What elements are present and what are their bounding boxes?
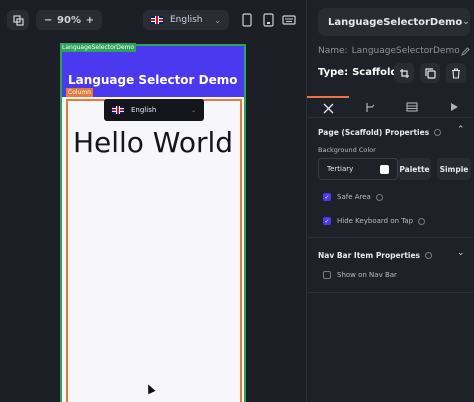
safe-area-row[interactable]: ✓ Safe Area [323,193,383,201]
zoom-level: 90% [57,14,81,26]
uk-flag-icon [151,16,163,24]
collapse-nav-bar-icon[interactable]: ⌄ [457,248,465,258]
show-on-nav-bar-label: Show on Nav Bar [337,271,397,279]
safe-area-checkbox[interactable]: ✓ [323,193,331,201]
trash-icon [451,67,461,79]
phone-language-label: English [131,106,157,114]
page-properties-label: Page (Scaffold) Properties [318,128,430,137]
keyboard-icon [282,15,296,25]
uk-flag-icon [112,106,124,114]
nav-bar-properties-label: Nav Bar Item Properties [318,251,421,260]
tab-animations[interactable] [433,96,474,118]
chevron-down-icon: ⌄ [214,15,221,25]
color-swatch [380,164,389,174]
phone-preview[interactable]: Language Selector Demo English ⌄ Hello W… [60,44,246,402]
type-value: Scaffold [352,67,398,78]
type-label: Type: [318,67,349,78]
properties-panel: LanguageSelectorDemo ⌄ Name: LanguageSel… [306,0,474,402]
zoom-control: − 90% + [36,10,102,30]
hide-keyboard-label: Hide Keyboard on Tap [337,217,414,225]
name-value[interactable]: LanguageSelectorDemo [352,46,460,56]
info-icon [434,129,442,136]
copy-icon [424,67,436,79]
layout-toggle-button[interactable] [7,10,29,30]
page-tag: LanguageSelectorDemo [60,43,137,52]
actions-icon [365,102,376,113]
tab-actions[interactable] [349,96,391,118]
phone-device-button[interactable] [237,10,257,30]
tab-backend-query[interactable] [391,96,433,118]
play-icon [450,102,459,112]
phone-language-dropdown[interactable]: English ⌄ [104,99,204,121]
tab-properties[interactable] [307,96,349,118]
tablet-icon [262,13,274,27]
hide-keyboard-checkbox[interactable]: ✓ [323,217,331,225]
section-divider [307,292,474,293]
crop-icon [399,68,410,79]
name-row: Name: LanguageSelectorDemo [318,46,470,56]
nav-bar-properties-title: Nav Bar Item Properties [318,251,433,260]
column-tag: Column [66,88,93,97]
zoom-out-button[interactable]: − [44,15,52,26]
app-bar-title: Language Selector Demo [68,73,238,87]
type-row: Type: Scaffold [318,67,398,78]
delete-button[interactable] [446,63,466,83]
table-icon [406,102,418,112]
info-icon [418,217,426,225]
info-icon [375,193,383,201]
desktop-device-button[interactable] [279,10,299,30]
panel-tabs [307,96,474,118]
section-divider [307,237,474,238]
duplicate-button[interactable] [420,63,440,83]
safe-area-label: Safe Area [337,193,371,201]
background-color-label: Background Color [318,146,376,154]
show-on-nav-bar-checkbox[interactable] [323,271,331,279]
layers-icon [12,14,24,26]
phone-icon [242,13,252,27]
hello-world-text[interactable]: Hello World [62,126,244,159]
info-icon [425,252,433,259]
show-on-nav-bar-row[interactable]: Show on Nav Bar [323,271,397,279]
tablet-device-button[interactable] [258,10,278,30]
wrap-widget-button[interactable] [394,63,414,83]
zoom-in-button[interactable]: + [86,15,94,26]
name-label: Name: [318,46,348,56]
hide-keyboard-row[interactable]: ✓ Hide Keyboard on Tap [323,217,426,225]
widget-selector[interactable]: LanguageSelectorDemo ⌄ [318,8,470,36]
language-selector[interactable]: English ⌄ [143,10,229,30]
page-properties-title: Page (Scaffold) Properties [318,128,442,137]
palette-button[interactable]: Palette [398,158,431,180]
widget-selector-label: LanguageSelectorDemo [328,16,463,28]
language-label: English [170,15,203,25]
collapse-page-properties-icon[interactable]: ⌃ [457,125,465,135]
background-color-value: Tertiary [327,165,354,173]
chevron-down-icon: ⌄ [190,106,196,114]
edit-icon[interactable] [461,46,470,56]
chevron-down-icon: ⌄ [462,17,470,27]
simple-button[interactable]: Simple [437,158,471,180]
background-color-field[interactable]: Tertiary [318,158,398,180]
tools-icon [323,103,334,114]
